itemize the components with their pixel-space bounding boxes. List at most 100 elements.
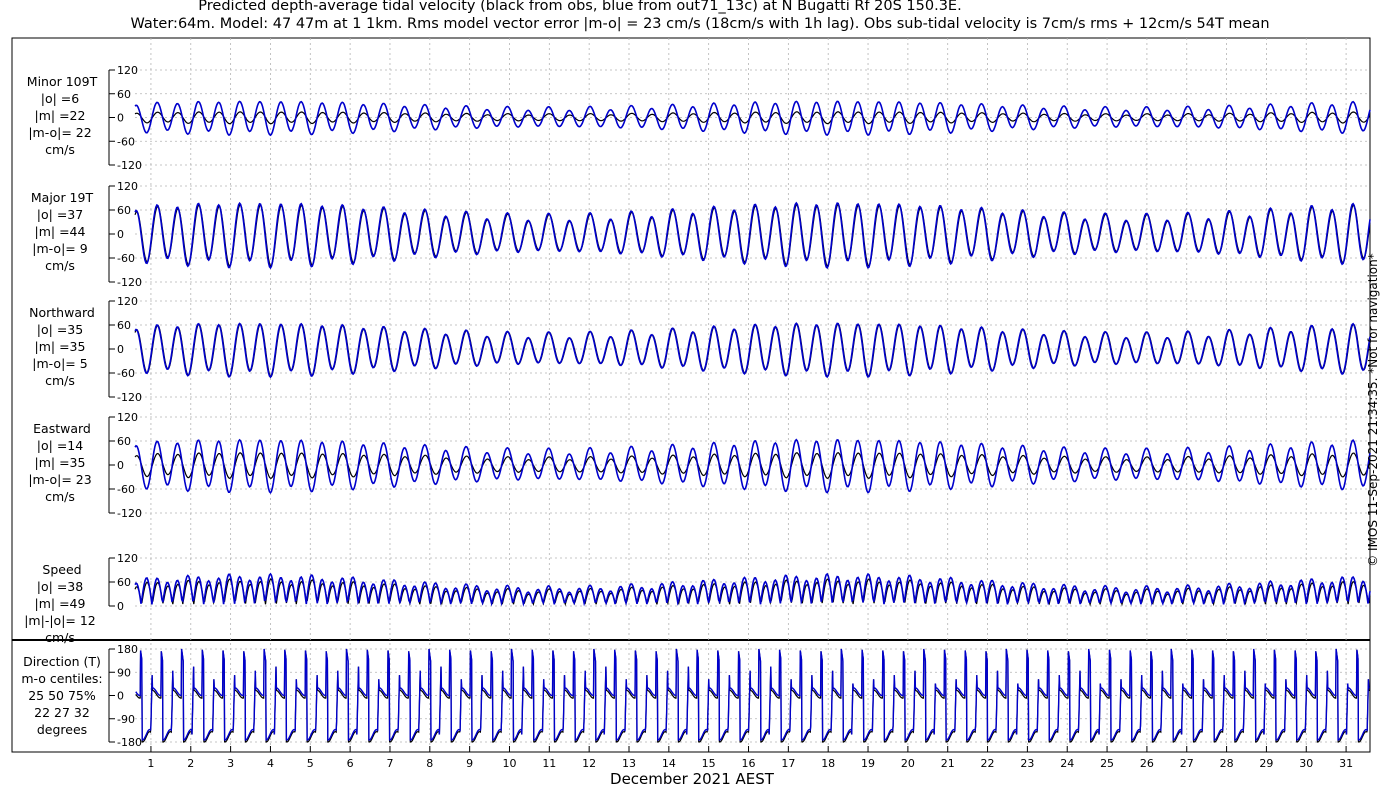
panel-label-line: 25 50 75% — [28, 688, 96, 703]
panel-label-line: |o| =38 — [37, 579, 83, 594]
x-tick-label: 14 — [662, 757, 676, 770]
y-tick-label: -180 — [117, 736, 142, 749]
x-tick-label: 30 — [1299, 757, 1313, 770]
x-tick-label: 15 — [702, 757, 716, 770]
x-tick-label: 1 — [147, 757, 154, 770]
x-tick-label: 27 — [1180, 757, 1194, 770]
lower-frame — [11, 639, 1371, 753]
x-tick-label: 13 — [622, 757, 636, 770]
panel-label-line: cm/s — [45, 258, 75, 273]
y-tick-label: 0 — [117, 600, 124, 613]
x-tick-label: 3 — [227, 757, 234, 770]
panel-label-line: |m| =49 — [35, 596, 86, 611]
panel-label-line: |m-o|= 22 — [28, 125, 91, 140]
y-tick-label: 60 — [117, 435, 131, 448]
x-tick-label: 28 — [1220, 757, 1234, 770]
y-tick-label: 120 — [117, 411, 138, 424]
x-tick-label: 12 — [582, 757, 596, 770]
x-tick-label: 5 — [307, 757, 314, 770]
y-tick-label: 60 — [117, 319, 131, 332]
panel-label-line: cm/s — [45, 630, 75, 645]
panel-label-line: cm/s — [45, 489, 75, 504]
y-tick-label: 90 — [117, 666, 131, 679]
panel-label-line: |m| =22 — [35, 108, 86, 123]
panel-label-line: Minor 109T — [27, 74, 98, 89]
panel-label-line: Speed — [42, 562, 81, 577]
panel-label-line: cm/s — [45, 142, 75, 157]
panel-label-line: |m| =35 — [35, 455, 86, 470]
x-tick-label: 7 — [386, 757, 393, 770]
x-tick-label: 19 — [861, 757, 875, 770]
copyright-notice: © IMOS 11-Sep-2021 21:34:35. *Not for na… — [1366, 253, 1380, 567]
x-tick-label: 11 — [542, 757, 556, 770]
x-tick-label: 26 — [1140, 757, 1154, 770]
minor-series-model — [134, 100, 1371, 137]
y-tick-label: 120 — [117, 180, 138, 193]
y-tick-label: 180 — [117, 643, 138, 656]
x-tick-label: 8 — [426, 757, 433, 770]
panel-label-line: Major 19T — [31, 190, 94, 205]
panel-direction: 180 90 0 -90 -180 Direction (T) m-o centiles: 2… — [21, 643, 1370, 749]
y-tick-label: 0 — [117, 459, 124, 472]
panel-label-line: |m| =35 — [35, 339, 86, 354]
y-tick-label: -90 — [117, 713, 135, 726]
panel-speed: 120 60 0 Speed |o| =38 |m| =49 |m|-|o|= 12 cm/s — [24, 552, 1371, 645]
panel-label-line: m-o centiles: — [21, 671, 102, 686]
y-tick-label: -120 — [117, 391, 142, 404]
y-tick-label: 120 — [117, 295, 138, 308]
panel-label-line: Direction (T) — [23, 654, 101, 669]
x-tick-label: 21 — [941, 757, 955, 770]
y-tick-label: 60 — [117, 204, 131, 217]
y-tick-label: 0 — [117, 343, 124, 356]
panel-label-line: Eastward — [33, 421, 91, 436]
panel-label-line: degrees — [37, 722, 87, 737]
x-tick-label: 16 — [742, 757, 756, 770]
x-tick-label: 17 — [781, 757, 795, 770]
panel-minor: 120 60 0 -60 -120 Minor 109T |o| =6 |m| =22 |m-o… — [27, 64, 1371, 172]
panel-label-line: |m-o|= 5 — [32, 356, 87, 371]
panel-label-line: |m| =44 — [35, 224, 86, 239]
x-tick-label: 31 — [1339, 757, 1353, 770]
panel-major: 120 60 0 -60 -120 Major 19T |o| =37 |m| =44 |m-o… — [31, 180, 1371, 289]
x-tick-label: 23 — [1020, 757, 1034, 770]
y-tick-label: -60 — [117, 135, 135, 148]
y-tick-label: 60 — [117, 576, 131, 589]
x-axis-label: December 2021 AEST — [610, 770, 775, 788]
x-tick-label: 6 — [347, 757, 354, 770]
panel-label-line: |o| =6 — [41, 91, 80, 106]
northward-series-model — [134, 322, 1371, 379]
x-tick-label: 18 — [821, 757, 835, 770]
x-tick-label: 2 — [187, 757, 194, 770]
x-tick-label: 25 — [1100, 757, 1114, 770]
panel-label-line: |o| =35 — [37, 322, 83, 337]
y-tick-label: -120 — [117, 159, 142, 172]
panel-label-line: 22 27 32 — [34, 705, 90, 720]
x-tick-label: 20 — [901, 757, 915, 770]
y-tick-label: 120 — [117, 64, 138, 77]
y-tick-label: 120 — [117, 552, 138, 565]
panel-label-line: Northward — [29, 305, 95, 320]
y-tick-label: -60 — [117, 252, 135, 265]
x-tick-label: 29 — [1259, 757, 1273, 770]
y-tick-label: -60 — [117, 483, 135, 496]
y-tick-label: 0 — [117, 690, 124, 703]
panel-label-line: |o| =37 — [37, 207, 83, 222]
x-tick-label: 24 — [1060, 757, 1074, 770]
y-tick-label: -120 — [117, 276, 142, 289]
x-tick-label: 4 — [267, 757, 274, 770]
panel-eastward: 120 60 0 -60 -120 Eastward |o| =14 |m| =35 |m-o|… — [28, 411, 1371, 520]
x-tick-label: 9 — [466, 757, 473, 770]
panel-label-line: |m-o|= 9 — [32, 241, 87, 256]
panel-label-line: |m-o|= 23 — [28, 472, 91, 487]
x-tick-label: 22 — [981, 757, 995, 770]
y-tick-label: 0 — [117, 228, 124, 241]
panel-label-line: |o| =14 — [37, 438, 83, 453]
tidal-velocity-chart: 1 2 3 4 5 6 7 8 9 10 11 12 13 14 15 16 17 18 19 20 21 22 23 24 2… — [11, 37, 1371, 788]
x-tick-label: 10 — [502, 757, 516, 770]
panel-label-line: cm/s — [45, 373, 75, 388]
y-tick-label: 60 — [117, 88, 131, 101]
eastward-series-model — [134, 438, 1371, 494]
y-tick-label: 0 — [117, 112, 124, 125]
y-tick-label: -60 — [117, 367, 135, 380]
panel-label-line: |m|-|o|= 12 — [24, 613, 96, 628]
